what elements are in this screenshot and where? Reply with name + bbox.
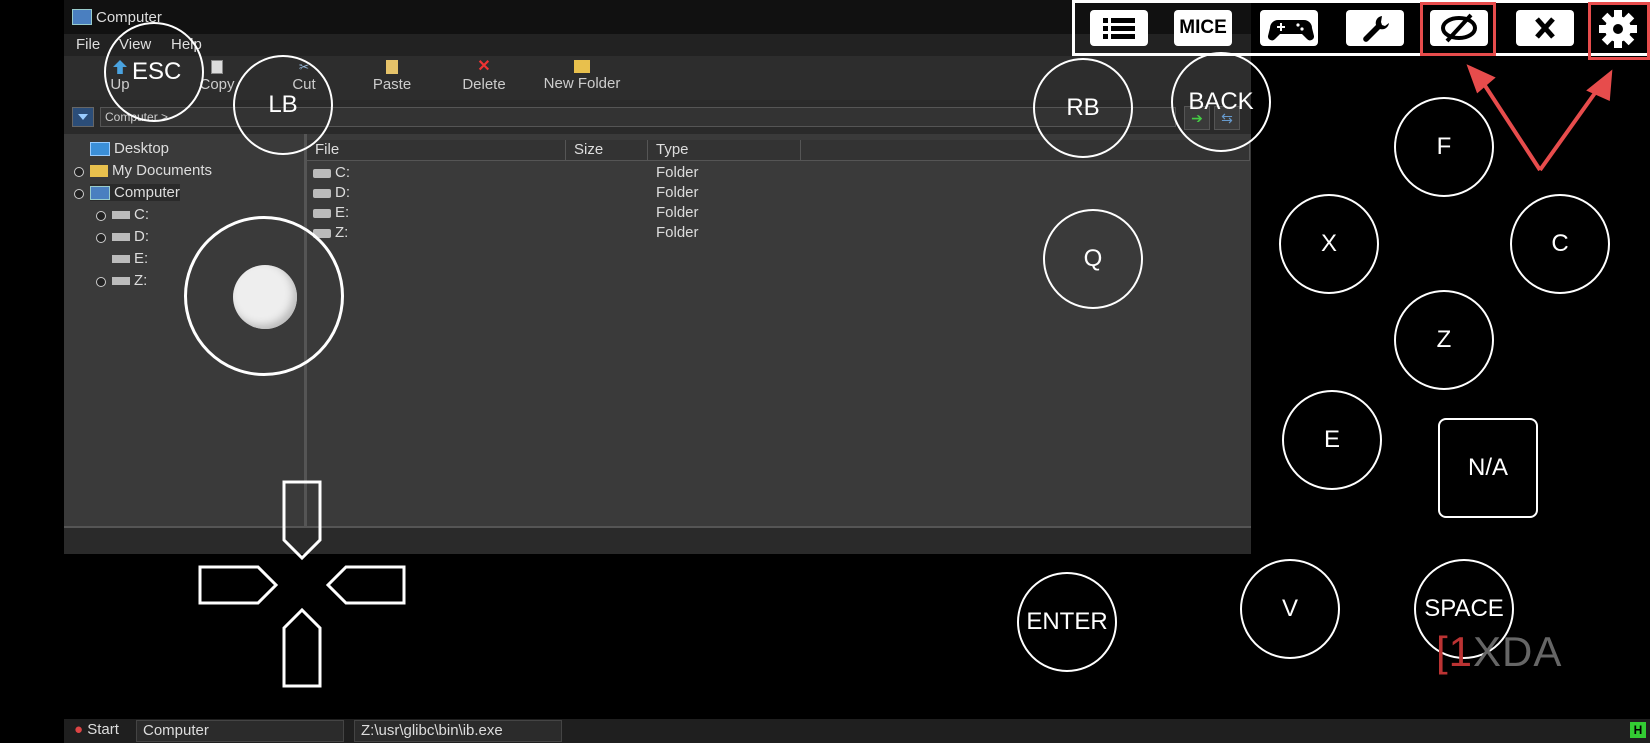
x-button[interactable]: X: [1279, 194, 1379, 294]
highlight-box: [1588, 2, 1650, 60]
computer-icon: [90, 186, 110, 201]
clipboard-icon: [386, 60, 398, 74]
tree-item-d[interactable]: D:: [112, 228, 149, 245]
file-row[interactable]: D: Folder: [307, 184, 1247, 204]
copy-icon: [211, 60, 223, 74]
tree-item-e[interactable]: E:: [112, 250, 148, 267]
na-button[interactable]: N/A: [1438, 418, 1538, 518]
column-header-size[interactable]: Size: [566, 140, 648, 161]
folder-icon: [90, 165, 108, 178]
dpad-down[interactable]: [282, 607, 322, 688]
drive-icon: [313, 189, 331, 198]
desktop-icon: [90, 142, 110, 157]
menu-list-button[interactable]: [1090, 10, 1148, 46]
column-header-type[interactable]: Type: [648, 140, 801, 161]
folder-icon: [574, 60, 590, 73]
task-ib-exe[interactable]: Z:\usr\glibc\bin\ib.exe: [354, 720, 562, 742]
computer-icon: [72, 9, 92, 25]
list-icon: [1103, 18, 1135, 39]
expand-z[interactable]: [96, 277, 106, 287]
z-button[interactable]: Z: [1394, 290, 1494, 390]
drive-icon: [313, 209, 331, 218]
close-overlay-button[interactable]: [1516, 10, 1574, 46]
dpad-left[interactable]: [198, 565, 279, 605]
tree-item-desktop[interactable]: Desktop: [90, 140, 169, 157]
collapse-computer[interactable]: [74, 189, 84, 199]
file-list: File Size Type C: Folder D: Folder E: Fo…: [307, 134, 1251, 526]
highlight-box: [1420, 2, 1496, 56]
drive-icon: [112, 211, 130, 220]
dpad-right[interactable]: [325, 565, 406, 605]
enter-button[interactable]: ENTER: [1017, 572, 1117, 672]
start-button[interactable]: ● Start: [68, 720, 132, 740]
expand-my-documents[interactable]: [74, 167, 84, 177]
xda-logo-icon: [1: [1436, 628, 1474, 675]
start-icon: ●: [74, 721, 84, 738]
tree-item-c[interactable]: C:: [112, 206, 149, 223]
task-computer[interactable]: Computer: [136, 720, 344, 742]
paste-button[interactable]: Paste: [367, 56, 417, 100]
taskbar: ● Start Computer Z:\usr\glibc\bin\ib.exe…: [64, 719, 1650, 743]
wrench-icon: [1363, 16, 1389, 42]
gamepad-button[interactable]: [1260, 10, 1318, 46]
new-folder-button[interactable]: New Folder: [536, 56, 628, 100]
dpad: [198, 480, 406, 688]
file-row[interactable]: C: Folder: [307, 164, 1247, 184]
delete-x-icon: ✕: [477, 58, 491, 75]
dpad-up[interactable]: [282, 480, 322, 561]
tree-item-my-documents[interactable]: My Documents: [90, 162, 212, 179]
esc-button[interactable]: ESC: [104, 22, 204, 122]
joystick[interactable]: [184, 216, 344, 376]
tree-item-computer[interactable]: Computer: [90, 184, 180, 201]
column-header-file[interactable]: File: [307, 140, 566, 161]
column-header-blank: [801, 140, 1250, 161]
delete-button[interactable]: ✕ Delete: [454, 56, 514, 100]
xda-watermark: [1XDA: [1436, 628, 1563, 675]
joystick-knob[interactable]: [233, 265, 297, 329]
expand-d[interactable]: [96, 233, 106, 243]
expand-c[interactable]: [96, 211, 106, 221]
gamepad-icon: [1267, 20, 1315, 41]
mice-button[interactable]: MICE: [1174, 10, 1232, 46]
tree-item-z[interactable]: Z:: [112, 272, 147, 289]
f-button[interactable]: F: [1394, 97, 1494, 197]
q-button[interactable]: Q: [1043, 209, 1143, 309]
drive-icon: [313, 169, 331, 178]
e-button[interactable]: E: [1282, 390, 1382, 490]
back-button[interactable]: BACK: [1171, 52, 1271, 152]
lb-button[interactable]: LB: [233, 55, 333, 155]
v-button[interactable]: V: [1240, 559, 1340, 659]
settings-tools-button[interactable]: [1346, 10, 1404, 46]
address-dropdown-button[interactable]: [72, 107, 94, 127]
rb-button[interactable]: RB: [1033, 58, 1133, 158]
menu-file[interactable]: File: [76, 36, 100, 53]
drive-icon: [112, 277, 130, 286]
c-button[interactable]: C: [1510, 194, 1610, 294]
close-icon: [1535, 17, 1555, 39]
tray-icon[interactable]: H: [1630, 722, 1646, 738]
drive-icon: [112, 233, 130, 242]
drive-icon: [112, 255, 130, 264]
overlay-top-bar: MICE: [1072, 0, 1650, 60]
